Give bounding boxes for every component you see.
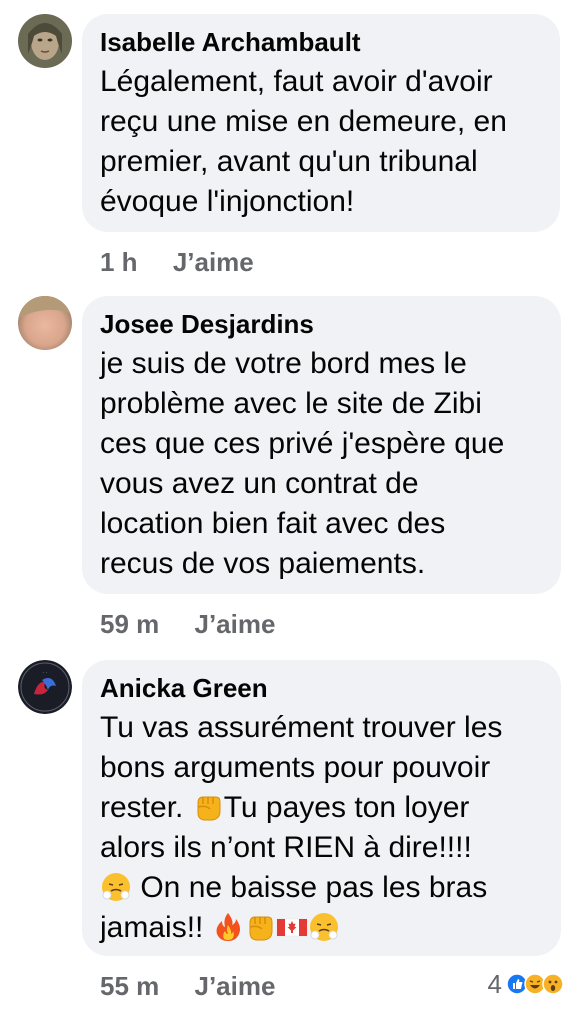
comment-text: je suis de votre bord mes le problème av… bbox=[100, 344, 543, 584]
comment-text-segment: rester. bbox=[100, 791, 192, 824]
comment-meta: 55 m J’aime bbox=[100, 970, 275, 1002]
comment-line: reçu une mise en demeure, en bbox=[100, 105, 507, 138]
comment-text: Légalement, faut avoir d'avoir reçu une … bbox=[100, 62, 542, 222]
author-name[interactable]: Anicka Green bbox=[100, 672, 543, 704]
comment-meta: 1 h J’aime bbox=[100, 246, 254, 278]
wow-reaction-icon bbox=[542, 973, 564, 995]
comment-line: vous avez un contrat de bbox=[100, 467, 419, 500]
svg-text:· ·: · · bbox=[43, 670, 48, 676]
comment-text: Tu vas assurément trouver les bons argum… bbox=[100, 708, 543, 948]
reaction-count: 4 bbox=[487, 969, 502, 999]
comment-line: bons arguments pour pouvoir bbox=[100, 751, 491, 784]
like-button[interactable]: J’aime bbox=[173, 247, 254, 277]
reaction-summary[interactable]: 4 bbox=[488, 968, 564, 1000]
avatar-josee[interactable] bbox=[18, 296, 72, 350]
author-name[interactable]: Josee Desjardins bbox=[100, 308, 543, 340]
avatar-isabelle[interactable] bbox=[18, 14, 72, 68]
comment-line: On ne baisse pas les bras bbox=[100, 868, 543, 908]
raised-fist-icon bbox=[197, 796, 221, 821]
raised-fist-icon bbox=[249, 916, 273, 941]
comment-line: Légalement, faut avoir d'avoir bbox=[100, 65, 493, 98]
author-name[interactable]: Isabelle Archambault bbox=[100, 26, 542, 58]
timestamp[interactable]: 59 m bbox=[100, 609, 159, 639]
comment-bubble: Josee Desjardins je suis de votre bord m… bbox=[82, 296, 561, 594]
face-with-steam-icon bbox=[309, 913, 338, 941]
like-button[interactable]: J’aime bbox=[195, 609, 276, 639]
face-with-steam-icon bbox=[102, 873, 130, 901]
comment-line: évoque l'injonction! bbox=[100, 185, 355, 218]
avatar-anicka[interactable]: · · bbox=[18, 660, 72, 714]
comment-bubble: Isabelle Archambault Légalement, faut av… bbox=[82, 14, 560, 232]
comment-text-segment: Tu payes ton loyer bbox=[223, 791, 470, 824]
comment-text-segment: On ne baisse pas les bras bbox=[132, 871, 488, 904]
canada-flag-icon bbox=[276, 918, 307, 937]
comment-line: recus de vos paiements. bbox=[100, 547, 426, 580]
comment-line: problème avec le site de Zibi bbox=[100, 387, 482, 420]
portrait-avatar-icon bbox=[18, 14, 72, 68]
comment-line: je suis de votre bord mes le bbox=[100, 347, 467, 380]
comment-line: ces que ces privé j'espère que bbox=[100, 427, 505, 460]
like-button[interactable]: J’aime bbox=[195, 971, 276, 1001]
comment-meta: 59 m J’aime bbox=[100, 608, 275, 640]
fire-icon bbox=[216, 913, 240, 941]
timestamp[interactable]: 1 h bbox=[100, 247, 138, 277]
comment-line: rester. Tu payes ton loyer bbox=[100, 788, 543, 828]
comment-bubble: Anicka Green Tu vas assurément trouver l… bbox=[82, 660, 561, 956]
dark-logo-avatar-icon: · · bbox=[18, 660, 72, 714]
comment-line: location bien fait avec des bbox=[100, 507, 446, 540]
comment-line: premier, avant qu'un tribunal bbox=[100, 145, 478, 178]
timestamp[interactable]: 55 m bbox=[100, 971, 159, 1001]
comment-text-segment: jamais!! bbox=[100, 911, 212, 944]
blurred-photo-avatar-icon bbox=[18, 296, 72, 350]
comment-line: jamais!! bbox=[100, 908, 543, 948]
comment-line: alors ils n’ont RIEN à dire!!!! bbox=[100, 831, 472, 864]
comment-line: Tu vas assurément trouver les bbox=[100, 711, 503, 744]
